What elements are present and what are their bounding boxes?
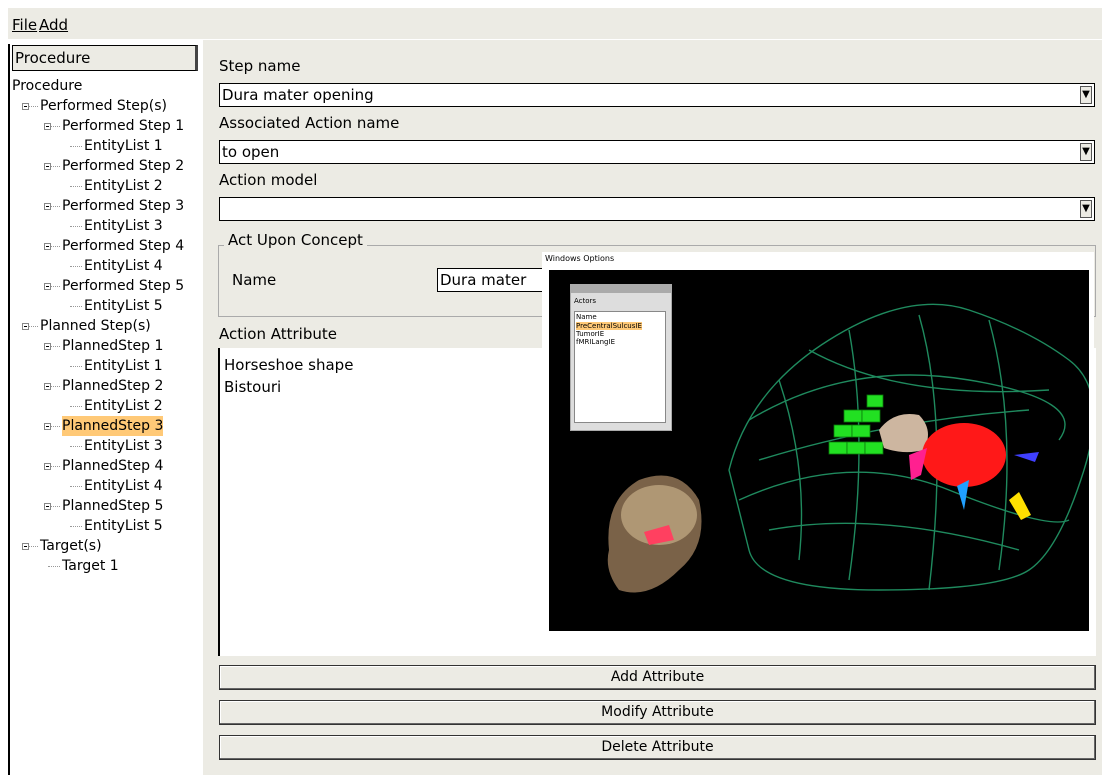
tree-node[interactable]: PlannedStep 2 [62, 376, 163, 396]
add-attribute-button[interactable]: Add Attribute [219, 665, 1096, 690]
tree-node[interactable]: PlannedStep 5 [62, 496, 163, 516]
concept-name-value: Dura mater [440, 271, 527, 289]
tree-node[interactable]: Performed Step 4 [62, 236, 184, 256]
dropdown-arrow-icon[interactable]: ▼ [1080, 143, 1092, 161]
tree-node[interactable]: Performed Step 1 [62, 116, 184, 136]
step-name-value: Dura mater opening [222, 86, 374, 104]
step-name-combo[interactable]: Dura mater opening ▼ [219, 83, 1095, 107]
tree-node[interactable]: Performed Step(s) [40, 96, 167, 116]
tree-connector [70, 146, 82, 147]
collapse-toggle-icon[interactable] [44, 463, 51, 470]
tree-connector [70, 306, 82, 307]
dropdown-arrow-icon[interactable]: ▼ [1080, 86, 1092, 104]
collapse-toggle-icon[interactable] [44, 503, 51, 510]
tree-node[interactable]: Performed Step 5 [62, 276, 184, 296]
action-name-combo[interactable]: to open ▼ [219, 140, 1095, 164]
collapse-toggle-icon[interactable] [22, 103, 29, 110]
actors-title: Actors [574, 297, 597, 305]
tree-connector [48, 566, 60, 567]
procedure-tree-pane: Procedure Procedure Performed Step(s) Perf… [8, 44, 203, 775]
tree-node[interactable]: Planned Step(s) [40, 316, 151, 336]
action-name-value: to open [222, 143, 280, 161]
collapse-toggle-icon[interactable] [44, 283, 51, 290]
menu-file[interactable]: File [12, 16, 37, 34]
actor-item[interactable]: PreCentralSulcusIE [576, 322, 642, 330]
menubar: File Add [8, 8, 1102, 39]
action-model-label: Action model [219, 171, 318, 189]
viewer-canvas[interactable]: Actors Name PreCentralSulcusIE TumorIE f… [549, 270, 1089, 631]
dropdown-arrow-icon[interactable]: ▼ [1080, 200, 1092, 218]
actor-item[interactable]: fMRILangIE [576, 338, 615, 346]
tree-leaf-entitylist[interactable]: EntityList 3 [84, 216, 163, 236]
tree-connector [70, 226, 82, 227]
actors-window[interactable]: Actors Name PreCentralSulcusIE TumorIE f… [570, 284, 672, 431]
tree-connector [70, 406, 82, 407]
tree-node[interactable]: Target(s) [40, 536, 102, 556]
tree-leaf-entitylist[interactable]: EntityList 1 [84, 136, 163, 156]
viewer-menu: Windows Options [545, 254, 615, 263]
menu-add[interactable]: Add [39, 16, 68, 34]
tree-leaf-entitylist[interactable]: EntityList 5 [84, 296, 163, 316]
tree-leaf-entitylist[interactable]: EntityList 3 [84, 436, 163, 456]
tree-leaf-entitylist[interactable]: EntityList 2 [84, 176, 163, 196]
action-name-label: Associated Action name [219, 114, 400, 132]
concept-name-field[interactable]: Dura mater [437, 268, 557, 292]
tree-node[interactable]: PlannedStep 3 [62, 416, 164, 436]
list-item[interactable]: Bistouri [224, 378, 281, 396]
tree-node[interactable]: Target 1 [62, 556, 119, 576]
collapse-toggle-icon[interactable] [44, 383, 51, 390]
action-attribute-label: Action Attribute [219, 325, 337, 343]
tree-leaf-entitylist[interactable]: EntityList 1 [84, 356, 163, 376]
tree-node[interactable]: Procedure [12, 76, 82, 96]
tree-connector [70, 446, 82, 447]
collapse-toggle-icon[interactable] [44, 243, 51, 250]
tree-connector [70, 266, 82, 267]
concept-name-label: Name [232, 271, 277, 289]
collapse-toggle-icon[interactable] [44, 123, 51, 130]
actors-column-header: Name [576, 313, 597, 321]
tree-leaf-entitylist[interactable]: EntityList 5 [84, 516, 163, 536]
modify-attribute-button[interactable]: Modify Attribute [219, 700, 1096, 725]
tree-connector [70, 186, 82, 187]
collapse-toggle-icon[interactable] [22, 323, 29, 330]
tree-leaf-entitylist[interactable]: EntityList 4 [84, 476, 163, 496]
tree-connector [70, 526, 82, 527]
tree-leaf-entitylist[interactable]: EntityList 4 [84, 256, 163, 276]
collapse-toggle-icon[interactable] [44, 163, 51, 170]
tree-header[interactable]: Procedure [12, 45, 198, 71]
brain-3d-viewer: Windows Options Actors Name PreCentralSu… [542, 252, 1094, 635]
collapse-toggle-icon[interactable] [44, 423, 51, 430]
delete-attribute-button[interactable]: Delete Attribute [219, 735, 1096, 760]
actors-list[interactable]: Name PreCentralSulcusIE TumorIE fMRILang… [574, 311, 666, 423]
tree-connector [70, 366, 82, 367]
tree-connector [70, 486, 82, 487]
tree-node[interactable]: PlannedStep 4 [62, 456, 163, 476]
collapse-toggle-icon[interactable] [44, 203, 51, 210]
step-name-label: Step name [219, 57, 301, 75]
tree-node[interactable]: PlannedStep 1 [62, 336, 163, 356]
act-upon-concept-title: Act Upon Concept [224, 231, 367, 249]
action-model-combo[interactable]: ▼ [219, 197, 1095, 221]
collapse-toggle-icon[interactable] [22, 543, 29, 550]
actor-item[interactable]: TumorIE [576, 330, 604, 338]
collapse-toggle-icon[interactable] [44, 343, 51, 350]
actors-window-titlebar[interactable] [571, 285, 671, 293]
tree-node[interactable]: Performed Step 3 [62, 196, 184, 216]
tree-leaf-entitylist[interactable]: EntityList 2 [84, 396, 163, 416]
tree-node[interactable]: Performed Step 2 [62, 156, 184, 176]
list-item[interactable]: Horseshoe shape [224, 356, 353, 374]
